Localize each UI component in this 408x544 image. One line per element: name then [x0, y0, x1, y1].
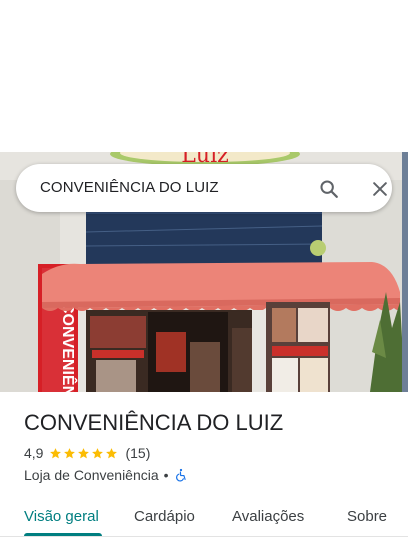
star-icon — [92, 447, 104, 458]
tab-overview[interactable]: Visão geral — [24, 508, 99, 525]
category-label: Loja de Conveniência — [24, 467, 159, 483]
close-button[interactable] — [367, 176, 393, 202]
rating-value: 4,9 — [24, 445, 44, 461]
vertical-sign-text: CONVENIÊN — [59, 302, 78, 392]
close-icon — [373, 182, 387, 196]
place-info-panel: CONVENIÊNCIA DO LUIZ 4,9 (15) Loja de Co… — [0, 392, 408, 544]
scrollbar[interactable] — [402, 152, 408, 392]
star-icon — [106, 447, 118, 458]
search-button[interactable] — [316, 176, 342, 202]
rating-row[interactable]: 4,9 (15) — [24, 444, 150, 462]
wheelchair-icon — [175, 468, 186, 482]
blank-area — [0, 0, 408, 152]
category-row: Loja de Conveniência • — [24, 466, 188, 484]
place-tabs: Visão geral Cardápio Avaliações Sobre — [0, 496, 408, 544]
star-rating — [49, 447, 119, 460]
star-icon — [64, 447, 76, 458]
star-icon — [50, 447, 62, 458]
search-input[interactable]: CONVENIÊNCIA DO LUIZ — [40, 179, 219, 196]
tab-reviews[interactable]: Avaliações — [232, 508, 304, 525]
star-icon — [78, 447, 90, 458]
search-icon — [320, 180, 338, 198]
tab-about[interactable]: Sobre — [347, 508, 387, 525]
review-count[interactable]: (15) — [125, 445, 150, 461]
separator-dot: • — [163, 467, 169, 483]
tab-menu[interactable]: Cardápio — [134, 508, 195, 525]
place-title: CONVENIÊNCIA DO LUIZ — [24, 410, 284, 435]
tabs-divider — [0, 536, 408, 537]
search-bar[interactable]: CONVENIÊNCIA DO LUIZ — [16, 164, 392, 212]
